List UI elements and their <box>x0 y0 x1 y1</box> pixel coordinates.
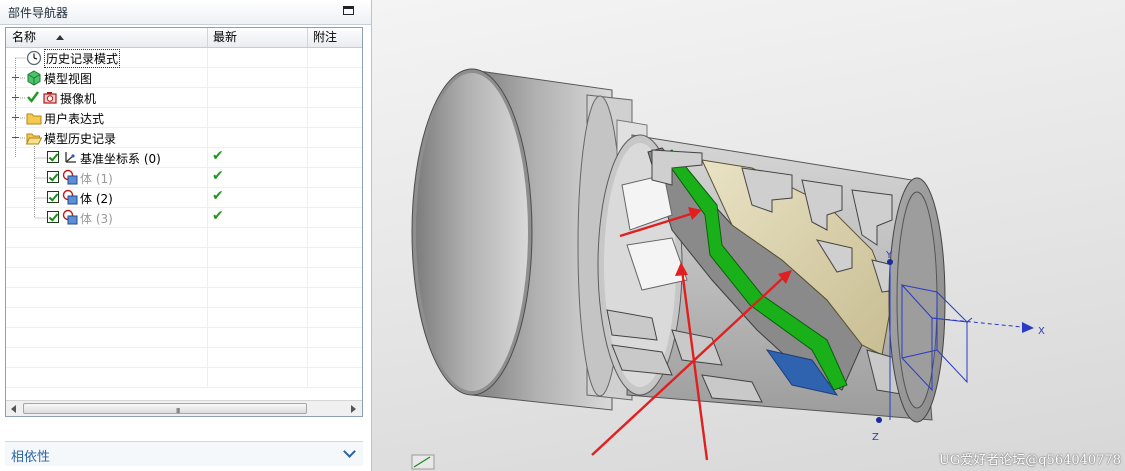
up-to-date-check-icon: ✔ <box>212 168 224 184</box>
column-latest-label: 最新 <box>213 30 238 44</box>
tree-header: 名称 最新 附注 <box>6 28 362 48</box>
graphics-viewport[interactable]: X Y Z UG爱好者论坛@q564040778 <box>372 0 1125 471</box>
maximize-icon[interactable] <box>343 6 354 15</box>
axis-label-x: X <box>1038 326 1045 337</box>
column-header-comment[interactable]: 附注 <box>309 28 362 47</box>
column-name-label: 名称 <box>12 30 37 44</box>
dependencies-section[interactable]: 相依性 <box>5 441 363 466</box>
tree-row-label: 体 (2) <box>80 192 113 206</box>
view-triad-icon <box>411 454 435 470</box>
up-to-date-check-icon: ✔ <box>212 188 224 204</box>
part-navigator-panel: 部件导航器 名称 最新 附注 历史记录模式 模型视图 摄像机 用户表达式 模型历… <box>0 0 372 471</box>
up-to-date-check-icon: ✔ <box>212 208 224 224</box>
navigator-tree: 名称 最新 附注 历史记录模式 模型视图 摄像机 用户表达式 模型历史记录 基准… <box>5 27 363 417</box>
panel-title: 部件导航器 <box>8 6 69 20</box>
column-comment-label: 附注 <box>313 30 338 44</box>
column-header-name[interactable]: 名称 <box>8 28 206 47</box>
tree-connector-lines <box>15 57 47 219</box>
column-header-latest[interactable]: 最新 <box>209 28 307 47</box>
up-to-date-check-icon: ✔ <box>212 148 224 164</box>
panel-title-bar: 部件导航器 <box>0 0 371 25</box>
horizontal-scrollbar[interactable]: III <box>6 400 362 416</box>
tree-row-label: 体 (1) <box>80 172 113 186</box>
scroll-right-icon[interactable] <box>348 404 358 414</box>
scrollbar-thumb[interactable]: III <box>23 403 307 415</box>
scroll-left-icon[interactable] <box>9 404 19 414</box>
axis-label-y: Y <box>885 250 893 261</box>
dependencies-label: 相依性 <box>11 450 51 465</box>
scrollbar-grip: III <box>176 407 180 415</box>
tree-row-label: 基准坐标系 (0) <box>80 152 161 166</box>
cad-model-render: X Y Z <box>411 68 1045 470</box>
axis-end-point <box>876 417 882 423</box>
axis-label-z: Z <box>872 432 879 443</box>
watermark-text: UG爱好者论坛@q564040778 <box>938 453 1121 468</box>
tree-row-label: 体 (3) <box>80 212 113 226</box>
sort-ascending-icon <box>56 35 64 40</box>
cam-cylinder-body <box>597 134 933 421</box>
chevron-down-icon[interactable] <box>343 445 356 458</box>
x-axis-arrowhead <box>1022 322 1034 333</box>
